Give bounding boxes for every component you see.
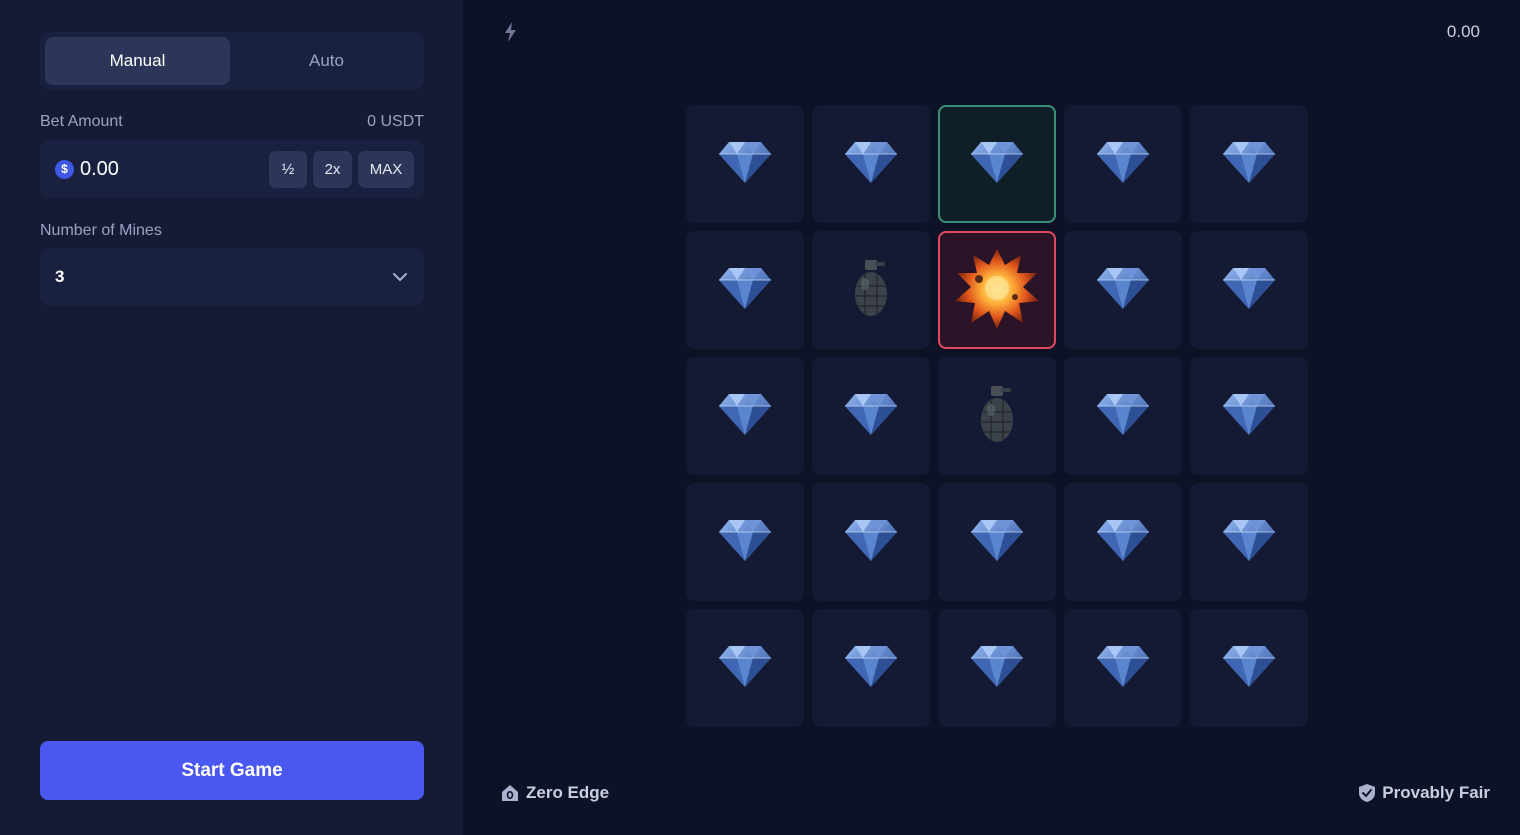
tile-r1-c3[interactable]: [938, 105, 1056, 223]
gem-icon: [969, 643, 1025, 694]
half-bet-button[interactable]: ½: [269, 150, 307, 188]
mines-grid: [686, 105, 1308, 727]
tile-r3-c1[interactable]: [686, 357, 804, 475]
tile-r4-c5[interactable]: [1190, 483, 1308, 601]
bet-amount-value[interactable]: 0.00: [80, 158, 263, 181]
tile-r1-c1[interactable]: [686, 105, 804, 223]
tile-r1-c5[interactable]: [1190, 105, 1308, 223]
gem-icon: [1221, 643, 1277, 694]
tile-r2-c5[interactable]: [1190, 231, 1308, 349]
gem-icon: [843, 643, 899, 694]
tile-r2-c1[interactable]: [686, 231, 804, 349]
tile-r4-c1[interactable]: [686, 483, 804, 601]
tile-r5-c5[interactable]: [1190, 609, 1308, 727]
bet-amount-input[interactable]: $ 0.00 ½ 2x MAX: [40, 140, 424, 198]
tile-r4-c2[interactable]: [812, 483, 930, 601]
gem-icon: [843, 139, 899, 190]
tile-r2-c4[interactable]: [1064, 231, 1182, 349]
balance-display: 0.00: [1446, 22, 1480, 41]
tile-r2-c3[interactable]: [938, 231, 1056, 349]
zero-edge-link: Zero Edge: [500, 783, 609, 803]
gem-icon: [969, 517, 1025, 568]
grenade-icon: [977, 384, 1017, 449]
gem-icon: [717, 391, 773, 442]
tile-r5-c4[interactable]: [1064, 609, 1182, 727]
gem-icon: [843, 391, 899, 442]
gem-icon: [1221, 139, 1277, 190]
tile-r3-c4[interactable]: [1064, 357, 1182, 475]
max-bet-button[interactable]: MAX: [358, 150, 414, 188]
tile-r5-c3[interactable]: [938, 609, 1056, 727]
mode-tabs: Manual Auto: [40, 32, 424, 90]
gem-icon: [717, 139, 773, 190]
tile-r1-c4[interactable]: [1064, 105, 1182, 223]
gem-icon: [969, 139, 1025, 190]
mines-select[interactable]: 3: [40, 248, 424, 306]
gem-icon: [717, 265, 773, 316]
currency-balance: 0 USDT: [367, 113, 424, 130]
tile-r1-c2[interactable]: [812, 105, 930, 223]
tile-r2-c2[interactable]: [812, 231, 930, 349]
tile-r5-c2[interactable]: [812, 609, 930, 727]
sidebar: Manual Auto Bet Amount 0 USDT $ 0.00 ½ 2…: [0, 0, 463, 835]
house-zero-icon: [502, 785, 518, 801]
tab-auto[interactable]: Auto: [234, 37, 419, 85]
tile-r4-c4[interactable]: [1064, 483, 1182, 601]
gem-icon: [1095, 643, 1151, 694]
gem-icon: [843, 517, 899, 568]
explosion-icon: [949, 243, 1045, 338]
gem-icon: [1095, 391, 1151, 442]
tile-r5-c1[interactable]: [686, 609, 804, 727]
provably-fair-link[interactable]: Provably Fair: [1358, 783, 1490, 803]
zero-edge-label: Zero Edge: [526, 783, 610, 802]
tile-r3-c2[interactable]: [812, 357, 930, 475]
gem-icon: [1221, 391, 1277, 442]
dollar-coin-icon: $: [55, 159, 74, 179]
tile-r4-c3[interactable]: [938, 483, 1056, 601]
provably-fair-label: Provably Fair: [1382, 783, 1490, 802]
chevron-down-icon: [393, 273, 407, 281]
start-game-button[interactable]: Start Game: [40, 741, 424, 800]
mines-value: 3: [55, 267, 65, 286]
bet-amount-label: Bet Amount: [40, 113, 123, 130]
gem-icon: [1095, 139, 1151, 190]
gem-icon: [1095, 265, 1151, 316]
tile-r3-c5[interactable]: [1190, 357, 1308, 475]
gem-icon: [717, 517, 773, 568]
tab-manual[interactable]: Manual: [45, 37, 230, 85]
mines-label: Number of Mines: [40, 222, 162, 239]
double-bet-button[interactable]: 2x: [313, 150, 352, 188]
lightning-icon[interactable]: [500, 20, 522, 44]
gem-icon: [1095, 517, 1151, 568]
shield-check-icon: [1359, 784, 1376, 802]
gem-icon: [717, 643, 773, 694]
gem-icon: [1221, 265, 1277, 316]
grenade-icon: [851, 258, 891, 323]
gem-icon: [1221, 517, 1277, 568]
tile-r3-c3[interactable]: [938, 357, 1056, 475]
